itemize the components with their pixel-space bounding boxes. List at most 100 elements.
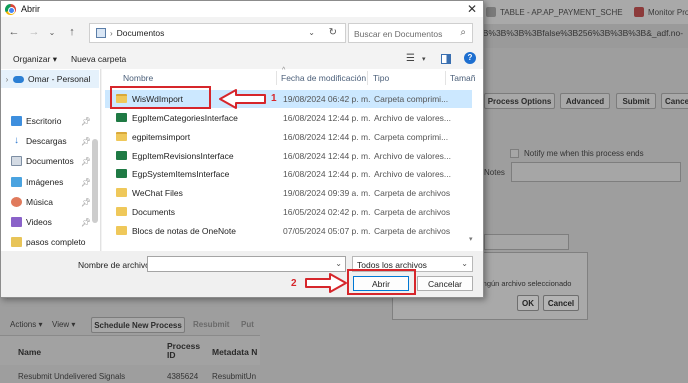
nav-item-label: Videos [26,217,52,227]
column-divider[interactable] [367,71,368,85]
scroll-down-arrow-icon[interactable]: ▾ [469,235,483,249]
file-name: Documents [132,207,175,217]
address-dropdown-icon[interactable]: ⌄ [308,28,315,37]
advanced-button[interactable]: Advanced [560,93,610,109]
dialog-titlebar: Abrir ✕ [1,1,483,17]
no-file-selected-message: ingún archivo seleccionado [481,279,572,288]
actions-label: Actions [10,320,37,329]
nav-item-onedrive[interactable]: › Omar - Personal [1,70,99,88]
pin-icon: 📌︎ [80,136,91,146]
column-header-size[interactable]: Tamañ [450,73,476,83]
recent-locations-icon[interactable]: ⌄ [45,28,59,37]
desktop-icon [11,116,22,126]
annotation-arrow-2-icon [305,273,347,293]
nav-item-imagenes[interactable]: Imágenes 📌︎ [1,173,99,191]
file-row[interactable]: EgpSystemItemsInterface 16/08/2024 12:44… [105,165,472,183]
search-icon: ⌕ [460,27,466,38]
column-header-type[interactable]: Tipo [373,73,389,83]
nav-item-label: Escritorio [26,116,62,126]
search-placeholder: Buscar en Documentos [354,29,443,39]
nav-item-videos[interactable]: Videos 📌︎ [1,213,99,231]
table-row-name[interactable]: Resubmit Undelivered Signals [18,372,125,381]
browser-tab[interactable]: TABLE - AP.AP_PAYMENT_SCHE ✕ [486,2,628,22]
navigation-bar: ← → ⌄ ↑ › Documentos ⌄ ↻ Buscar en Docum… [1,21,483,45]
file-name: EgpItemRevisionsInterface [132,151,234,161]
modal-cancel-button[interactable]: Cancel [543,295,579,311]
file-type: Carpeta de archivos [374,188,451,198]
download-icon: ↓ [14,135,19,146]
refresh-icon[interactable]: ↻ [329,27,337,38]
filename-input[interactable]: ⌄ [147,256,346,272]
breadcrumb-documentos[interactable]: Documentos [117,28,165,38]
nav-item-musica[interactable]: Música 📌︎ [1,193,99,211]
expand-chevron-icon[interactable]: › [1,75,13,84]
actions-menu[interactable]: Actions ▾ [10,320,42,329]
pin-icon: 📌︎ [80,197,91,207]
schedule-new-process-button[interactable]: Schedule New Process [91,317,185,333]
nav-item-label: Imágenes [26,177,64,187]
nav-item-label: Música [26,197,53,207]
browser-tab[interactable]: Monitor Pro [634,2,688,22]
new-folder-button[interactable]: Nueva carpeta [71,54,126,64]
step-1-label: 1 [271,93,277,104]
address-bar[interactable]: › Documentos ⌄ ↻ [89,23,346,43]
column-header-name[interactable]: Nombre [123,73,153,83]
nav-item-pasos-completo[interactable]: pasos completo [1,233,99,251]
chevron-down-icon[interactable]: ⌄ [335,259,342,268]
nav-scrollbar[interactable] [92,139,98,223]
col-metadata: Metadata N [212,347,258,357]
file-type: Carpeta comprimi... [374,132,449,142]
browser-url-bar[interactable]: 3B%3B%3B%3Bfalse%3B256%3B%3B%3B&_adf.no- [478,28,688,46]
back-arrow-icon[interactable]: ← [7,26,21,38]
notify-label: Notify me when this process ends [524,149,644,158]
organize-menu[interactable]: Organizar ▾ [13,54,57,65]
col-process-id: Process ID [167,341,201,360]
pin-icon: 📌︎ [80,217,91,227]
file-row[interactable]: EgpItemRevisionsInterface 16/08/2024 12:… [105,147,472,165]
up-arrow-icon[interactable]: ↑ [65,26,79,38]
view-options-icon[interactable]: ☰ [406,53,415,64]
column-header-date[interactable]: Fecha de modificación [281,73,366,83]
preview-pane-icon[interactable] [441,54,451,64]
dialog-toolbar: Organizar ▾ Nueva carpeta ☰ ▾ ? [1,49,483,69]
view-menu[interactable]: View ▾ [52,320,75,329]
put-button[interactable]: Put [241,320,254,329]
file-row[interactable]: Blocs de notas de OneNote 07/05/2024 05:… [105,222,472,240]
resubmit-button[interactable]: Resubmit [193,320,229,329]
nav-item-label: Descargas [26,136,67,146]
submit-button[interactable]: Submit [616,93,656,109]
file-name: EgpItemCategoriesInterface [132,113,238,123]
table-row-id: 4385624 [167,372,199,381]
close-icon[interactable]: ✕ [467,2,477,16]
modal-ok-button[interactable]: OK [517,295,539,311]
tab-favicon-icon [634,7,644,17]
notify-checkbox[interactable] [510,149,519,158]
cancel-bg-button[interactable]: Cance [661,93,688,109]
file-row[interactable]: EgpItemCategoriesInterface 16/08/2024 12… [105,109,472,127]
bg-select[interactable] [484,234,569,250]
file-name: Blocs de notas de OneNote [132,226,236,236]
search-input[interactable]: Buscar en Documentos ⌕ [348,23,473,43]
view-dropdown-icon[interactable]: ▾ [422,55,426,63]
column-divider[interactable] [445,71,446,85]
nav-item-documentos[interactable]: Documentos 📌︎ [1,152,99,170]
file-date: 16/08/2024 12:44 p. m. [283,151,371,161]
notes-field[interactable] [511,162,681,182]
file-date: 16/05/2024 02:42 p. m. [283,207,371,217]
file-row[interactable]: WeChat Files 19/08/2024 09:39 a. m. Carp… [105,184,472,202]
file-date: 19/08/2024 09:39 a. m. [283,188,371,198]
nav-item-descargas[interactable]: ↓ Descargas 📌︎ [1,132,99,150]
breadcrumb-chevron-icon[interactable]: › [110,29,113,38]
column-divider[interactable] [276,71,277,85]
process-options-button[interactable]: Process Options [484,93,555,109]
file-row[interactable]: Documents 16/05/2024 02:42 p. m. Carpeta… [105,203,472,221]
file-row[interactable]: egpitemsimport 16/08/2024 12:44 p. m. Ca… [105,128,472,146]
documents-icon [11,156,22,166]
process-table-header: Name Process ID Metadata N [0,335,260,365]
pictures-icon [11,177,22,187]
file-type: Archivo de valores... [374,151,452,161]
cancel-button[interactable]: Cancelar [417,276,473,291]
nav-item-escritorio[interactable]: Escritorio 📌︎ [1,112,99,130]
help-icon[interactable]: ? [464,52,476,64]
forward-arrow-icon[interactable]: → [27,26,41,38]
